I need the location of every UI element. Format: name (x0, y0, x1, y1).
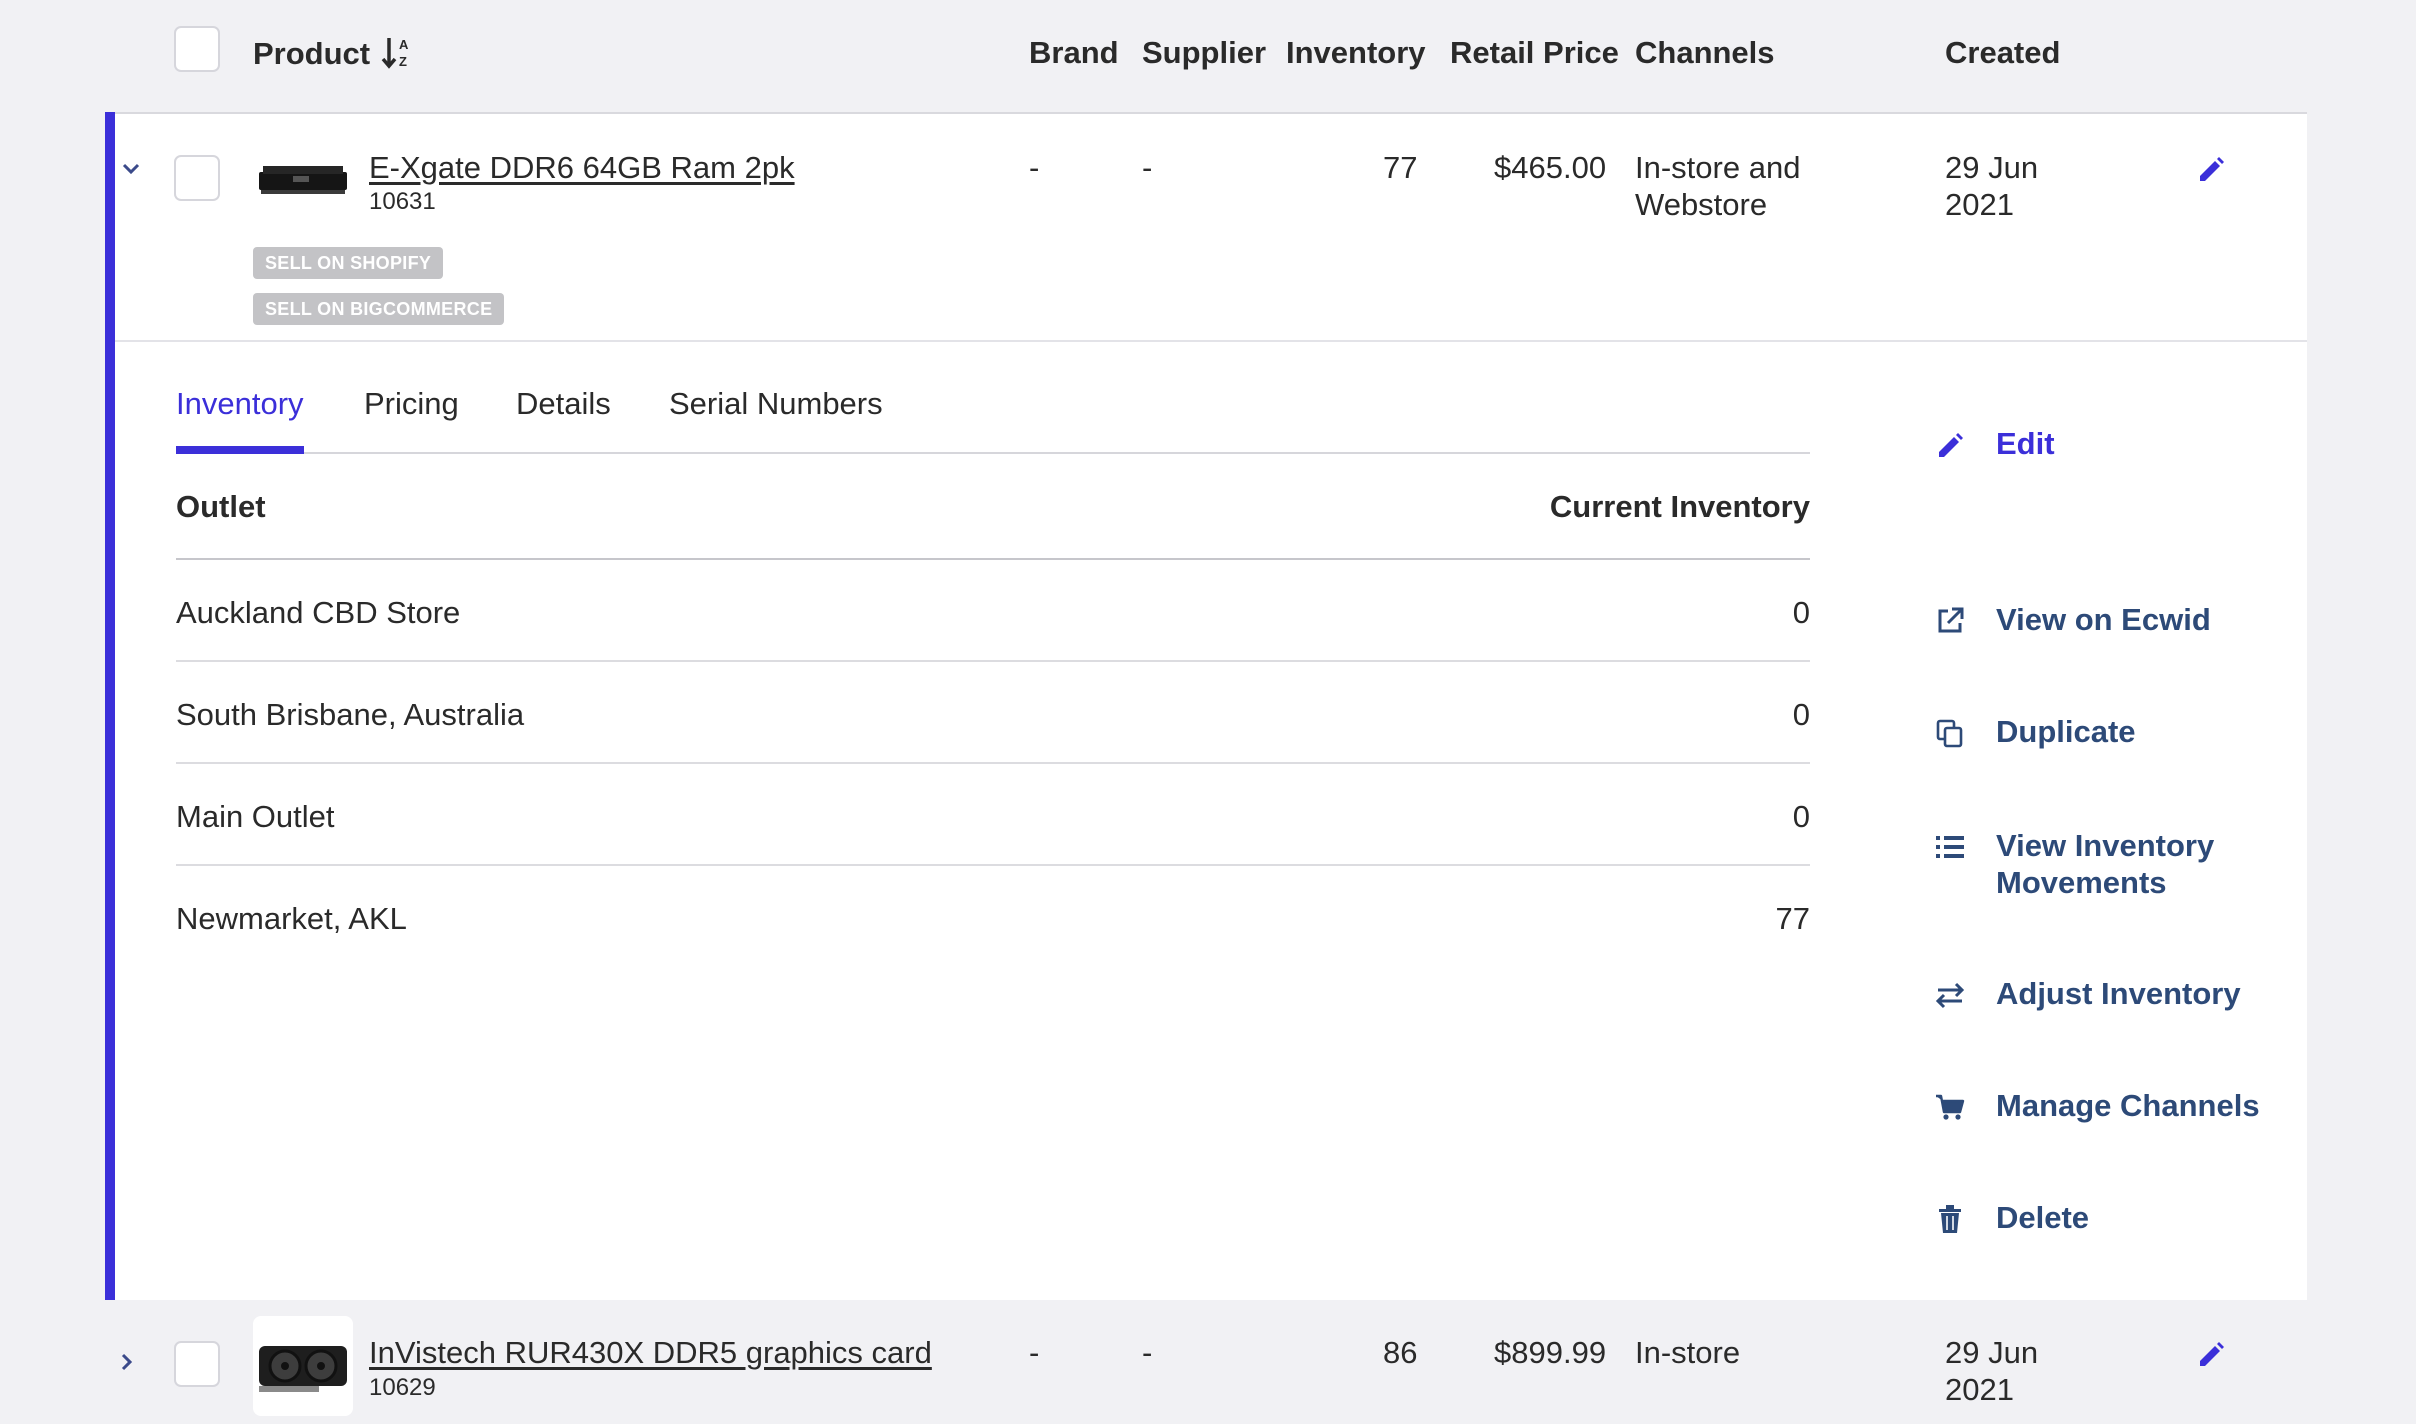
row-channels-line2: Webstore (1635, 187, 1768, 222)
tag-sell-on-bigcommerce: SELL ON BIGCOMMERCE (253, 293, 505, 325)
expand-row-chevron-icon[interactable] (116, 1349, 138, 1380)
row-created-line2: 2021 (1945, 187, 2014, 222)
table-row-outlet: Newmarket, AKL (176, 901, 407, 936)
row-inventory: 77 (1383, 150, 1418, 185)
action-delete-label: Delete (1996, 1200, 2090, 1235)
action-edit[interactable]: Edit (1930, 425, 2055, 465)
action-duplicate[interactable]: Duplicate (1930, 713, 2136, 753)
table-row-divider (176, 762, 1810, 764)
table-row-outlet: South Brisbane, Australia (176, 697, 525, 732)
expanded-row-accent (105, 112, 115, 1300)
tabs-baseline (176, 452, 1810, 454)
action-duplicate-label: Duplicate (1996, 714, 2136, 749)
column-header-created[interactable]: Created (1945, 34, 2060, 71)
column-header-channels[interactable]: Channels (1635, 34, 1775, 71)
table-row-qty: 0 (1792, 799, 1810, 834)
row-brand: - (1029, 1335, 1040, 1370)
row-created-line1: 29 Jun (1945, 150, 2039, 185)
column-header-inventory[interactable]: Inventory (1286, 34, 1426, 71)
row-created-line1: 29 Jun (1945, 1335, 2039, 1370)
row-edit-pencil-icon[interactable] (2196, 1339, 2226, 1374)
row-channels-line1: In-store (1635, 1335, 1741, 1370)
trash-icon (1930, 1199, 1970, 1239)
duplicate-icon (1930, 713, 1970, 753)
svg-text:A: A (399, 37, 409, 52)
svg-text:Z: Z (399, 54, 407, 69)
table-row-divider (176, 864, 1810, 866)
column-header-retail-price[interactable]: Retail Price (1450, 34, 1619, 71)
action-edit-label: Edit (1996, 426, 2055, 461)
row-summary-divider (115, 340, 2307, 342)
tab-serial-numbers[interactable]: Serial Numbers (669, 382, 883, 426)
arrows-exchange-icon (1930, 975, 1970, 1015)
column-header-brand[interactable]: Brand (1029, 34, 1119, 71)
action-manage-channels[interactable]: Manage Channels (1930, 1087, 2260, 1127)
product-name-link[interactable]: E-Xgate DDR6 64GB Ram 2pk (369, 149, 795, 186)
action-view-on-ecwid[interactable]: View on Ecwid (1930, 601, 2211, 641)
external-link-icon (1930, 601, 1970, 641)
table-header-divider (176, 558, 1810, 560)
table-row-outlet: Main Outlet (176, 799, 335, 834)
product-name-link[interactable]: InVistech RUR430X DDR5 graphics card (369, 1334, 932, 1371)
action-view-on-ecwid-label: View on Ecwid (1996, 602, 2211, 637)
list-icon (1930, 827, 1970, 867)
column-header-supplier[interactable]: Supplier (1142, 34, 1266, 71)
tab-details[interactable]: Details (516, 382, 611, 426)
row-edit-pencil-icon[interactable] (2196, 154, 2226, 189)
tab-pricing[interactable]: Pricing (364, 382, 459, 426)
action-view-inventory-movements[interactable]: View Inventory Movements (1930, 827, 2214, 901)
table-row-qty: 0 (1792, 697, 1810, 732)
product-thumbnail (253, 1316, 353, 1416)
row-supplier: - (1142, 1335, 1153, 1370)
row-supplier: - (1142, 150, 1153, 185)
action-adjust-inventory[interactable]: Adjust Inventory (1930, 975, 2241, 1015)
row-retail-price: $899.99 (1494, 1335, 1607, 1370)
action-adjust-inventory-label: Adjust Inventory (1996, 976, 2241, 1011)
active-tab-indicator (176, 446, 304, 454)
row-select-checkbox[interactable] (174, 155, 220, 201)
product-thumbnail (253, 144, 353, 222)
product-sku: 10631 (369, 188, 436, 215)
row-select-checkbox[interactable] (174, 1341, 220, 1387)
product-sku: 10629 (369, 1374, 436, 1401)
action-delete[interactable]: Delete (1930, 1199, 2089, 1239)
tag-sell-on-shopify: SELL ON SHOPIFY (253, 247, 444, 279)
row-retail-price: $465.00 (1494, 150, 1607, 185)
column-header-product[interactable]: Product A Z (253, 34, 413, 78)
row-created-line2: 2021 (1945, 1372, 2014, 1407)
select-all-checkbox[interactable] (174, 26, 220, 72)
sort-alpha-down-icon[interactable]: A Z (381, 34, 413, 78)
table-row-outlet: Auckland CBD Store (176, 595, 461, 630)
table-row-divider (176, 660, 1810, 662)
row-brand: - (1029, 150, 1040, 185)
tab-inventory[interactable]: Inventory (176, 382, 304, 426)
table-header-current-inventory: Current Inventory (1549, 489, 1810, 524)
pencil-icon (1930, 425, 1970, 465)
table-row-qty: 0 (1792, 595, 1810, 630)
table-row-qty: 77 (1775, 901, 1810, 936)
table-header-outlet: Outlet (176, 489, 266, 524)
cart-icon (1930, 1087, 1970, 1127)
collapse-row-chevron-icon[interactable] (120, 156, 142, 187)
action-view-inventory-movements-label: View Inventory Movements (1996, 828, 2215, 900)
row-channels-line1: In-store and (1635, 150, 1801, 185)
row-inventory: 86 (1383, 1335, 1418, 1370)
action-manage-channels-label: Manage Channels (1996, 1088, 2260, 1123)
